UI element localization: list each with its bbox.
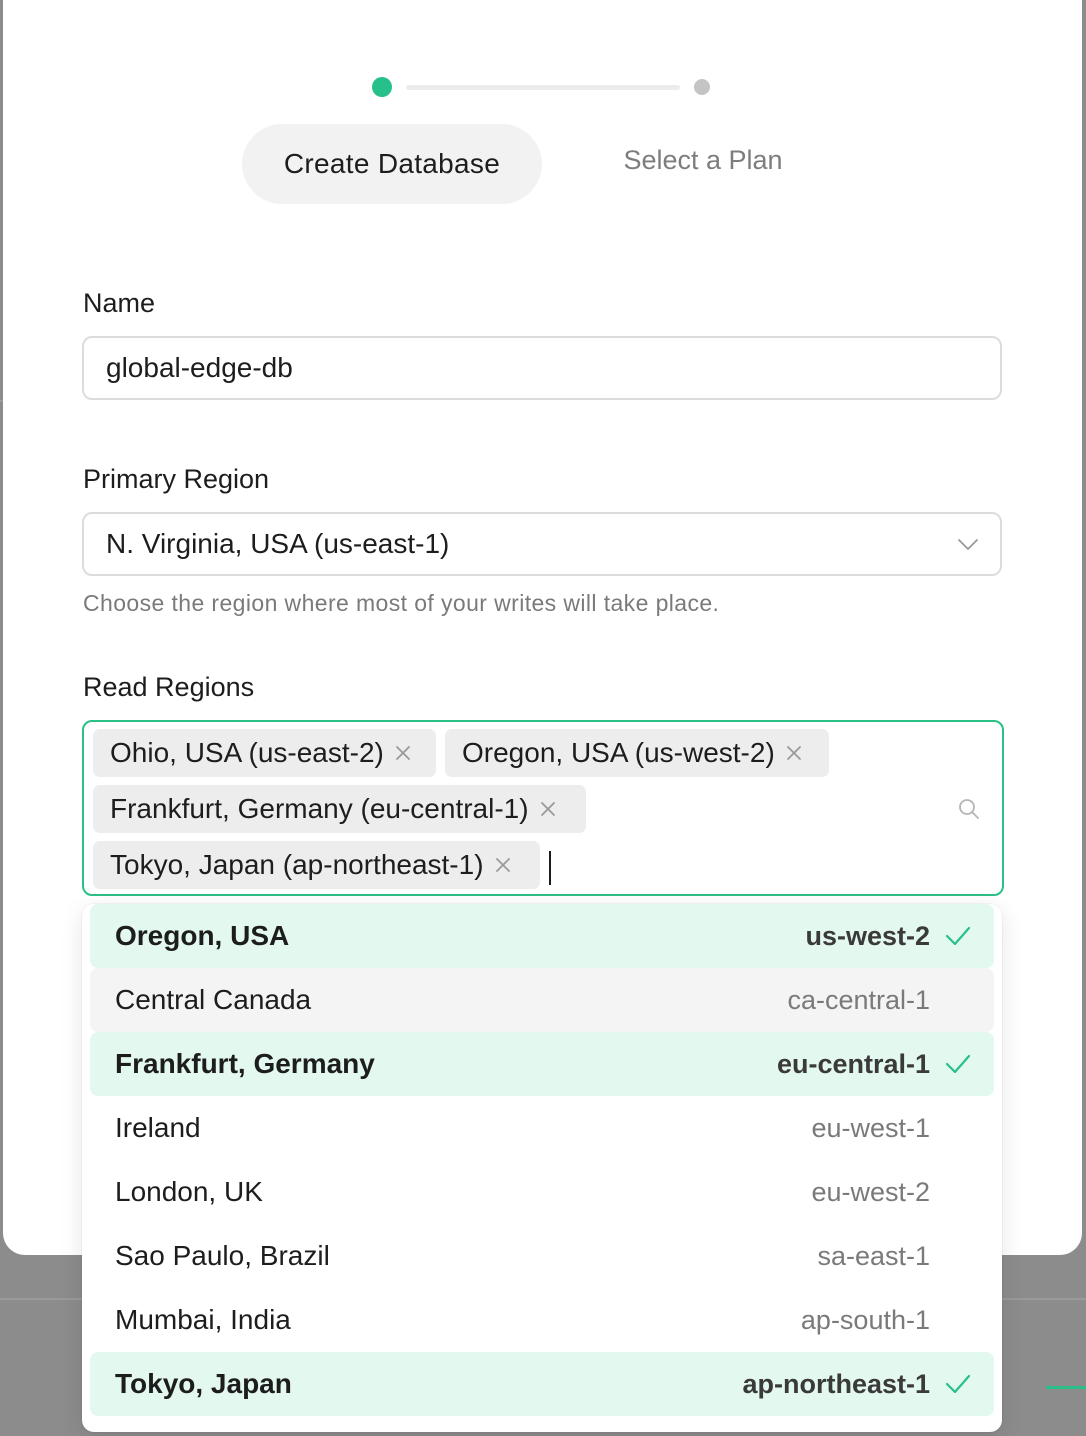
read-regions-multiselect[interactable]: Ohio, USA (us-east-2) Oregon, USA (us-we… (82, 720, 1004, 896)
region-chip-label: Oregon, USA (us-west-2) (462, 737, 775, 768)
region-option-name: London, UK (115, 1176, 263, 1207)
region-option[interactable]: Mumbai, India ap-south-1 (90, 1288, 994, 1352)
region-option-code: eu-central-1 (776, 1048, 930, 1079)
step-select-plan[interactable]: Select a Plan (578, 124, 828, 196)
region-option-name: Oregon, USA (115, 920, 290, 951)
region-option-code: ap-south-1 (800, 1304, 930, 1335)
remove-chip-icon[interactable] (537, 798, 559, 820)
remove-chip-icon[interactable] (392, 742, 414, 764)
name-input-value: global-edge-db (106, 352, 293, 383)
name-label: Name (83, 288, 156, 318)
region-option[interactable]: Frankfurt, Germany eu-central-1 (90, 1032, 994, 1096)
region-chip: Ohio, USA (us-east-2) (93, 729, 436, 777)
remove-chip-icon[interactable] (783, 742, 805, 764)
region-chip-label: Tokyo, Japan (ap-northeast-1) (110, 849, 484, 880)
region-chip: Oregon, USA (us-west-2) (445, 729, 829, 777)
search-icon (959, 799, 979, 819)
region-option[interactable]: Tokyo, Japan ap-northeast-1 (90, 1352, 994, 1416)
region-option[interactable]: Central Canada ca-central-1 (90, 968, 994, 1032)
region-chip: Tokyo, Japan (ap-northeast-1) (93, 841, 540, 889)
region-dropdown-list[interactable]: Oregon, USA us-west-2 Central Canada ca-… (82, 904, 1002, 1432)
region-option-code: ca-central-1 (787, 984, 930, 1015)
region-option-code: ap-northeast-1 (742, 1368, 930, 1399)
region-chip: Frankfurt, Germany (eu-central-1) (93, 785, 586, 833)
region-option[interactable]: Oregon, USA us-west-2 (90, 904, 994, 968)
stepper-dot-inactive (694, 79, 710, 95)
region-option-name: Frankfurt, Germany (115, 1048, 375, 1079)
region-option-name: Ireland (115, 1112, 201, 1143)
region-option-name: Central Canada (115, 984, 312, 1015)
primary-region-helper: Choose the region where most of your wri… (83, 590, 720, 616)
primary-region-value: N. Virginia, USA (us-east-1) (106, 528, 450, 559)
primary-region-select[interactable]: N. Virginia, USA (us-east-1) (82, 512, 1002, 576)
region-option-code: eu-west-1 (811, 1112, 930, 1143)
chevron-down-icon (958, 539, 978, 550)
check-icon (945, 1054, 971, 1074)
primary-region-label: Primary Region (83, 464, 270, 494)
name-input[interactable]: global-edge-db (82, 336, 1002, 400)
read-regions-label: Read Regions (83, 672, 255, 702)
remove-chip-icon[interactable] (492, 854, 514, 876)
region-option-name: Mumbai, India (115, 1304, 291, 1335)
stepper-dot-active (372, 77, 392, 97)
step-create-database[interactable]: Create Database (242, 124, 542, 204)
region-option-code: sa-east-1 (817, 1240, 930, 1271)
backdrop-accent (1046, 1386, 1086, 1389)
region-option-code: eu-west-2 (811, 1176, 930, 1207)
check-icon (945, 1374, 971, 1394)
region-option-name: Tokyo, Japan (115, 1368, 292, 1399)
region-option[interactable]: London, UK eu-west-2 (90, 1160, 994, 1224)
region-option[interactable]: Ireland eu-west-1 (90, 1096, 994, 1160)
region-option-name: Sao Paulo, Brazil (115, 1240, 330, 1271)
region-chip-label: Frankfurt, Germany (eu-central-1) (110, 793, 529, 824)
check-icon (945, 926, 971, 946)
region-option[interactable]: Sao Paulo, Brazil sa-east-1 (90, 1224, 994, 1288)
stepper-progress-line (406, 85, 680, 90)
region-option-code: us-west-2 (805, 920, 930, 951)
text-caret (549, 851, 551, 885)
region-chip-label: Ohio, USA (us-east-2) (110, 737, 384, 768)
